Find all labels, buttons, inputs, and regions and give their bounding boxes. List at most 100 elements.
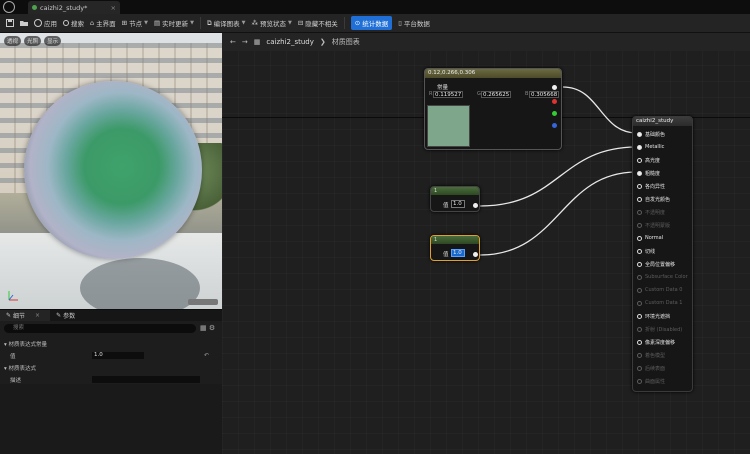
input-pin[interactable] [637,249,642,254]
apply-button[interactable]: 应用 [34,18,57,28]
result-input-row[interactable]: 高光度 [637,157,660,164]
result-input-row[interactable]: 各向异性 [637,183,665,190]
viewport-tag[interactable]: 透视 [4,36,22,46]
input-pin[interactable] [637,132,642,137]
result-input-row[interactable]: 环境光遮挡 [637,313,670,320]
value-field[interactable]: 1.0 [92,352,144,359]
result-input-row[interactable]: 后续表面 [637,365,665,372]
input-label: 环境光遮挡 [645,314,671,320]
nodes-button[interactable]: ⊞ 节点 ▼ [122,18,148,28]
preview-icon: ⁂ [251,19,258,27]
input-pin[interactable] [637,197,642,202]
document-tab[interactable]: caizhi2_study* × [28,1,120,14]
result-input-row[interactable]: 着色模型 [637,352,665,359]
b-output-pin[interactable] [552,123,557,128]
node-value-field[interactable]: 1.0 [451,200,465,208]
g-field[interactable]: 0.265625 [481,91,511,98]
node-value-field[interactable]: 1.0 [451,249,465,257]
input-pin[interactable] [637,340,642,345]
input-pin[interactable] [637,287,642,293]
color-swatch[interactable] [427,105,470,147]
platform-stats-button[interactable]: ▯ 平台数据 [398,18,430,28]
tab-details[interactable]: ✎ 细节 × [0,310,51,321]
input-pin[interactable] [637,184,642,189]
section-constant-header[interactable]: ▾ 材质表达式常量 [4,340,47,348]
viewport-tag[interactable]: 显示 [44,36,62,46]
save-button[interactable] [6,19,14,27]
compile-graph-button[interactable]: ⧉ 编译图表 ▼ [207,18,246,29]
viewport-tag[interactable]: 光照 [24,36,42,46]
chevron-right-icon: ❯ [319,38,326,46]
forward-arrow-icon[interactable]: → [242,38,248,46]
input-pin[interactable] [637,223,642,228]
close-icon[interactable]: × [35,312,40,319]
input-pin[interactable] [637,300,642,306]
breadcrumb-leaf[interactable]: 材质图表 [332,37,360,47]
search-button[interactable]: 搜索 [63,18,84,28]
output-pin[interactable] [473,252,478,257]
input-pin[interactable] [637,366,642,371]
input-pin[interactable] [637,158,642,163]
result-input-row[interactable]: Subsurface Color [637,274,688,280]
result-input-row[interactable]: Custom Data 0 [637,287,682,293]
hide-unrelated-button[interactable]: ⊟ 隐藏不相关 [298,18,338,28]
input-label: 后续表面 [645,366,666,372]
toolbar-divider [343,17,345,29]
browse-button[interactable] [20,19,28,27]
details-options-icons[interactable]: ▦ ⚙ [200,324,215,332]
input-pin[interactable] [637,353,642,358]
result-input-row[interactable]: 不透明蒙版 [637,222,670,229]
details-search-input[interactable]: 搜索 [4,324,196,333]
result-input-row[interactable]: 基础颜色 [637,131,665,138]
section-expression-label: 材质表达式 [8,366,37,372]
result-input-row[interactable]: 不透明度 [637,209,665,216]
back-arrow-icon[interactable]: ← [230,38,236,46]
section-expression-header[interactable]: ▾ 材质表达式 [4,364,36,372]
live-update-button[interactable]: ▤ 实时更新 ▼ [154,18,194,28]
input-label: Custom Data 1 [645,300,683,306]
input-pin[interactable] [637,314,642,319]
result-input-row[interactable]: 全局位置偏移 [637,261,675,268]
preview-viewport[interactable]: 透视 光照 显示 [0,33,222,309]
result-input-row[interactable]: 像素深度偏移 [637,339,675,346]
input-pin[interactable] [637,262,642,267]
search-icon [63,20,69,26]
input-pin[interactable] [637,235,642,241]
constant-node-2[interactable]: 1 值 1.0 [430,235,480,261]
value-row-label: 值 [10,354,16,360]
description-field[interactable] [92,376,200,383]
unreal-logo-icon[interactable] [3,1,15,13]
close-tab-icon[interactable]: × [111,4,116,12]
r-field[interactable]: 0.119527 [433,91,463,98]
rgb-output-pin[interactable] [552,85,557,90]
result-input-row[interactable]: Custom Data 1 [637,300,682,306]
constant-node-1[interactable]: 1 值 1.0 [430,186,480,212]
input-pin[interactable] [637,144,642,150]
result-input-row[interactable]: 粗糙度 [637,170,660,177]
material-result-node[interactable]: caizhi2_study 基础颜色 Metallic 高光度 粗糙度 各向异性 自发光颜… [632,116,693,392]
result-input-row[interactable]: Normal [637,235,663,241]
result-input-row[interactable]: 切线 [637,248,655,255]
preview-state-button[interactable]: ⁂ 预览状态 ▼ [251,18,291,28]
result-input-row[interactable]: 折射 (Disabled) [637,326,682,333]
b-field[interactable]: 0.305668 [529,91,559,98]
input-pin[interactable] [637,210,642,215]
g-output-pin[interactable] [552,111,557,116]
input-pin[interactable] [637,171,642,176]
input-pin[interactable] [637,274,642,280]
input-pin[interactable] [637,379,642,384]
constant3vector-node[interactable]: 0.12,0.266,0.306 常量 R 0.119527 G 0.26562… [424,68,562,150]
home-button[interactable]: ⌂ 主界面 [90,18,116,28]
result-input-row[interactable]: 自发光颜色 [637,196,670,203]
result-input-row[interactable]: 曲面属性 [637,378,665,385]
r-output-pin[interactable] [552,99,557,104]
tab-parameters[interactable]: ✎ 参数 [50,310,85,321]
output-pin[interactable] [473,203,478,208]
result-input-row[interactable]: Metallic [637,144,664,150]
input-pin[interactable] [637,327,642,332]
stats-button[interactable]: ⊙ 统计数据 [350,16,393,30]
breadcrumb-root[interactable]: caizhi2_study [266,38,314,46]
input-label: 全局位置偏移 [645,262,676,268]
viewport-toolbar[interactable] [188,299,218,305]
reset-icon[interactable]: ↶ [204,352,209,359]
